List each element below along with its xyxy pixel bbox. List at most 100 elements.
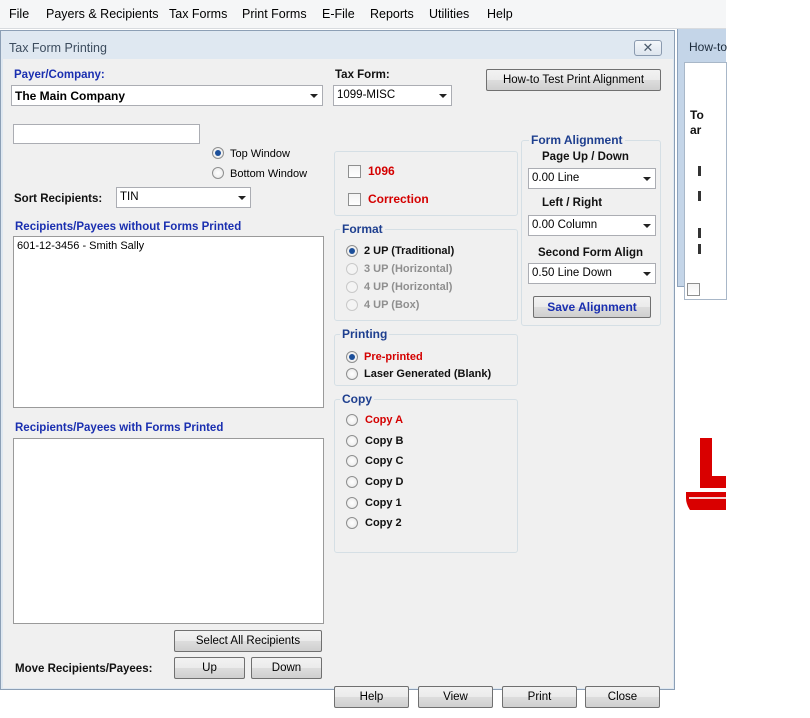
copy-2-label: Copy 2 <box>365 517 402 529</box>
format-title: Format <box>340 222 385 236</box>
tax-form-label: Tax Form: <box>335 69 390 81</box>
menu-file[interactable]: File <box>9 7 29 21</box>
dialog-title: Tax Form Printing <box>9 41 107 55</box>
page-up-down-value: 0.00 Line <box>532 172 580 184</box>
sort-recipients-label: Sort Recipients: <box>14 193 103 205</box>
second-form-align-select[interactable]: 0.50 Line Down <box>528 263 656 284</box>
move-recipients-label: Move Recipients/Payees: <box>15 663 153 675</box>
payer-label: Payer/Company: <box>14 69 105 81</box>
form-options-group: 1096 Correction <box>334 151 518 216</box>
second-form-align-value: 0.50 Line Down <box>532 267 612 279</box>
save-alignment-button[interactable]: Save Alignment <box>533 296 651 318</box>
copy-title: Copy <box>340 392 374 406</box>
copy-a-radio[interactable] <box>346 414 358 426</box>
search-input[interactable] <box>13 124 200 144</box>
copy-d-radio[interactable] <box>346 476 358 488</box>
menu-print-forms[interactable]: Print Forms <box>242 7 307 21</box>
printing-title: Printing <box>340 327 390 341</box>
copy-1-label: Copy 1 <box>365 497 402 509</box>
background-window-text: To <box>690 108 704 122</box>
printing-group: Printing Pre-printed Laser Generated (Bl… <box>334 327 518 386</box>
tax-form-value: 1099-MISC <box>337 89 396 101</box>
laser-generated-label: Laser Generated (Blank) <box>364 368 492 380</box>
format-2up-radio[interactable] <box>346 245 358 257</box>
copy-b-radio[interactable] <box>346 435 358 447</box>
copy-d-label: Copy D <box>365 476 404 488</box>
format-4up-box-label: 4 UP (Box) <box>364 299 420 311</box>
chevron-down-icon <box>238 196 246 200</box>
copy-group: Copy Copy A Copy B Copy C Copy D Copy 1 … <box>334 392 518 553</box>
background-window-text: ar <box>690 123 702 137</box>
left-right-label: Left / Right <box>542 197 603 209</box>
laser-generated-radio[interactable] <box>346 368 358 380</box>
top-window-label: Top Window <box>230 148 290 160</box>
background-window-fragment <box>698 166 701 176</box>
form-1096-label: 1096 <box>368 164 395 178</box>
background-window-checkbox[interactable] <box>687 283 700 296</box>
move-up-button[interactable]: Up <box>174 657 245 679</box>
menu-reports[interactable]: Reports <box>370 7 414 21</box>
copy-2-radio[interactable] <box>346 517 358 529</box>
chevron-down-icon <box>643 272 651 276</box>
format-2up-label: 2 UP (Traditional) <box>364 245 455 257</box>
close-button[interactable]: Close <box>585 686 660 708</box>
tax-form-select[interactable]: 1099-MISC <box>333 85 452 106</box>
background-window-fragment <box>698 228 701 238</box>
tax-form-printing-dialog: Tax Form Printing ✕ Payer/Company: The M… <box>0 30 675 708</box>
chevron-down-icon <box>643 224 651 228</box>
pre-printed-radio[interactable] <box>346 351 358 363</box>
dialog-client-area: Payer/Company: The Main Company Tax Form… <box>3 59 673 708</box>
left-right-select[interactable]: 0.00 Column <box>528 215 656 236</box>
background-window-fragment <box>698 244 701 254</box>
background-window-fragment <box>698 191 701 201</box>
top-window-radio[interactable] <box>212 147 224 159</box>
background-window-content: To ar <box>684 62 727 300</box>
view-button[interactable]: View <box>418 686 493 708</box>
left-right-value: 0.00 Column <box>532 219 598 231</box>
menu-utilities[interactable]: Utilities <box>429 7 469 21</box>
bottom-window-radio[interactable] <box>212 167 224 179</box>
menu-bar: File Payers & Recipients Tax Forms Print… <box>0 0 726 29</box>
close-icon[interactable]: ✕ <box>634 40 662 56</box>
chevron-down-icon <box>643 177 651 181</box>
background-window-title: How-to <box>689 40 728 54</box>
format-3up-label: 3 UP (Horizontal) <box>364 263 453 275</box>
bottom-window-label: Bottom Window <box>230 168 308 180</box>
print-button[interactable]: Print <box>502 686 577 708</box>
copy-c-radio[interactable] <box>346 455 358 467</box>
correction-label: Correction <box>368 192 429 206</box>
select-all-recipients-button[interactable]: Select All Recipients <box>174 630 322 652</box>
copy-a-label: Copy A <box>365 414 404 426</box>
copy-c-label: Copy C <box>365 455 404 467</box>
form-1096-checkbox[interactable] <box>348 165 361 178</box>
form-alignment-group: Form Alignment Page Up / Down 0.00 Line … <box>521 133 661 326</box>
menu-e-file[interactable]: E-File <box>322 7 355 21</box>
how-to-test-print-alignment-button[interactable]: How-to Test Print Alignment <box>486 69 661 91</box>
menu-tax-forms[interactable]: Tax Forms <box>169 7 227 21</box>
with-forms-list[interactable] <box>13 438 324 624</box>
menu-payers-recipients[interactable]: Payers & Recipients <box>46 7 159 21</box>
page-up-down-label: Page Up / Down <box>542 151 629 163</box>
payer-select[interactable]: The Main Company <box>11 85 323 106</box>
format-4up-box-radio[interactable] <box>346 299 358 311</box>
chevron-down-icon <box>310 94 318 98</box>
payer-value: The Main Company <box>15 89 126 103</box>
correction-checkbox[interactable] <box>348 193 361 206</box>
move-down-button[interactable]: Down <box>251 657 322 679</box>
menu-help[interactable]: Help <box>487 7 513 21</box>
sort-recipients-select[interactable]: TIN <box>116 187 251 208</box>
format-4up-horizontal-radio[interactable] <box>346 281 358 293</box>
sort-recipients-value: TIN <box>120 191 139 203</box>
without-forms-list[interactable]: 601-12-3456 - Smith Sally <box>13 236 324 408</box>
logo-icon <box>686 438 726 510</box>
format-3up-radio[interactable] <box>346 263 358 275</box>
format-group: Format 2 UP (Traditional) 3 UP (Horizont… <box>334 222 518 321</box>
format-4up-horizontal-label: 4 UP (Horizontal) <box>364 281 453 293</box>
copy-1-radio[interactable] <box>346 497 358 509</box>
page-up-down-select[interactable]: 0.00 Line <box>528 168 656 189</box>
background-window[interactable]: How-to To ar <box>677 29 728 300</box>
list-item[interactable]: 601-12-3456 - Smith Sally <box>17 240 144 252</box>
help-button[interactable]: Help <box>334 686 409 708</box>
copy-b-label: Copy B <box>365 435 404 447</box>
form-alignment-title: Form Alignment <box>529 133 625 147</box>
